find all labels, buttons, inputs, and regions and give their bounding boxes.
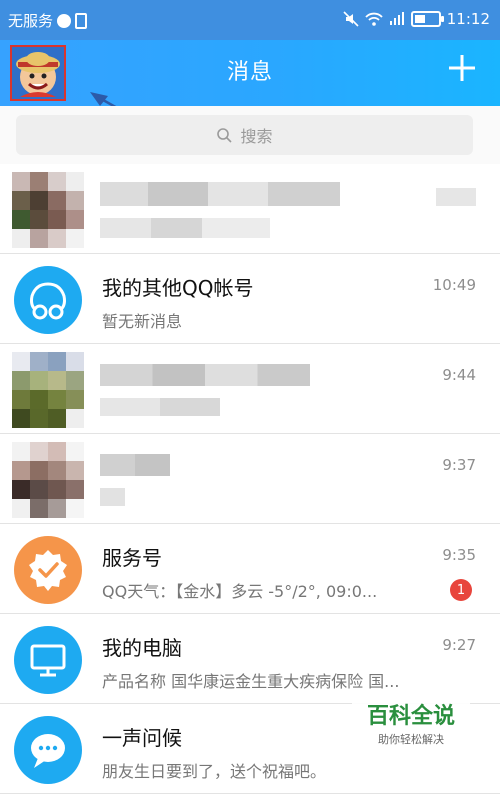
service-account-avatar xyxy=(14,536,82,604)
conversation-row[interactable]: 9:37 xyxy=(0,434,500,524)
add-button[interactable] xyxy=(446,52,478,84)
blurred-avatar xyxy=(12,442,84,518)
blurred-preview xyxy=(100,398,220,416)
conversation-list: 我的其他QQ帐号 暂无新消息 10:49 9:44 9:37 服务号 QQ天气：… xyxy=(0,164,500,794)
plus-icon xyxy=(449,55,475,81)
unread-badge: 1 xyxy=(450,579,472,601)
watermark-title: 百科全说 xyxy=(366,704,455,729)
conversation-time: 9:37 xyxy=(442,456,476,474)
blurred-avatar xyxy=(12,172,84,248)
conversation-preview: QQ天气：【金水】多云 -5°/2°, 09:0... xyxy=(102,582,378,601)
status-right: 11:12 xyxy=(343,10,490,28)
conversation-time: 9:35 xyxy=(442,546,476,564)
conversation-time: 10:49 xyxy=(432,276,476,294)
conversation-preview: 朋友生日要到了，送个祝福吧。 xyxy=(102,762,327,781)
qq-account-avatar xyxy=(14,266,82,334)
pixelated-avatar-image xyxy=(12,352,84,428)
pixelated-avatar-image xyxy=(12,172,84,248)
conversation-name: 一声问候 xyxy=(102,726,182,750)
blurred-time xyxy=(436,188,476,206)
blurred-avatar xyxy=(12,352,84,428)
conversation-time: 9:27 xyxy=(442,636,476,654)
title-bar: 消息 xyxy=(0,40,500,106)
search-placeholder: 搜索 xyxy=(240,127,273,146)
watermark-subtitle: 助你轻松解决 xyxy=(378,733,444,746)
battery-icon xyxy=(410,11,444,27)
conversation-row[interactable]: 9:44 xyxy=(0,344,500,434)
my-computer-avatar xyxy=(14,626,82,694)
service-badge-icon xyxy=(29,550,67,591)
clock-text: 11:12 xyxy=(446,10,490,28)
blurred-name xyxy=(100,182,340,206)
monitor-icon xyxy=(30,644,66,677)
greeting-avatar xyxy=(14,716,82,784)
chat-bubble-icon xyxy=(31,734,65,768)
page-title: 消息 xyxy=(226,60,273,85)
search-icon xyxy=(217,128,233,143)
watermark: 百科全说 助你轻松解决 xyxy=(352,702,470,762)
notification-icon xyxy=(57,13,72,28)
signal-icon xyxy=(389,12,404,25)
conversation-preview: 暂无新消息 xyxy=(102,312,183,331)
conversation-name: 服务号 xyxy=(102,546,162,570)
pixelated-avatar-image xyxy=(12,442,84,518)
blurred-name xyxy=(100,454,170,476)
search-bar[interactable]: 搜索 xyxy=(16,115,473,155)
conversation-name: 我的其他QQ帐号 xyxy=(102,276,254,300)
conversation-time: 9:44 xyxy=(442,366,476,384)
conversation-row[interactable]: 服务号 QQ天气：【金水】多云 -5°/2°, 09:0... 9:35 1 xyxy=(0,524,500,614)
carrier-text: 无服务 xyxy=(8,12,54,30)
wifi-icon xyxy=(365,12,383,26)
conversation-name: 我的电脑 xyxy=(102,636,182,660)
conversation-row[interactable]: 我的其他QQ帐号 暂无新消息 10:49 xyxy=(0,254,500,344)
mute-icon xyxy=(343,11,359,27)
status-left: 无服务 xyxy=(8,10,88,31)
conversation-preview: 产品名称 国华康运金生重大疾病保险 国... xyxy=(102,672,400,691)
conversation-row[interactable] xyxy=(0,164,500,254)
small-battery-icon xyxy=(75,12,88,29)
status-bar: 无服务 11:12 xyxy=(0,0,500,40)
qq-account-icon xyxy=(30,282,66,320)
blurred-preview xyxy=(100,218,270,238)
blurred-preview xyxy=(100,488,125,506)
conversation-row[interactable]: 我的电脑 产品名称 国华康运金生重大疾病保险 国... 9:27 xyxy=(0,614,500,704)
search-area: 搜索 xyxy=(0,106,500,164)
blurred-name xyxy=(100,364,310,386)
